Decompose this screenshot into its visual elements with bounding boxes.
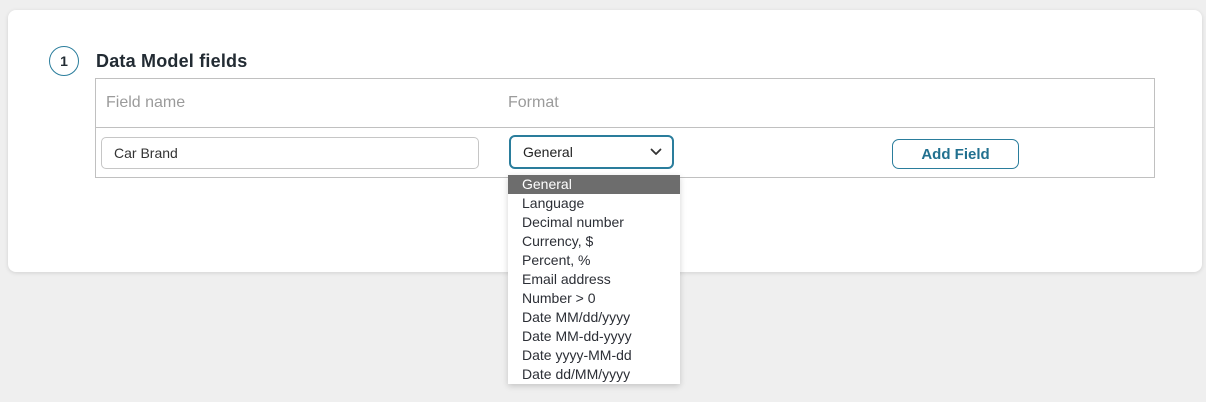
dropdown-option-general[interactable]: General <box>508 175 680 194</box>
step-number: 1 <box>60 53 68 69</box>
chevron-down-icon <box>650 148 662 156</box>
dropdown-option-date-yyyy-mm-dd[interactable]: Date yyyy-MM-dd <box>508 346 680 365</box>
table-row: General Add Field <box>96 128 1154 177</box>
add-field-button[interactable]: Add Field <box>892 139 1019 169</box>
dropdown-option-date-dd-mm-yyyy[interactable]: Date dd/MM/yyyy <box>508 365 680 384</box>
section-title: Data Model fields <box>96 51 247 72</box>
field-name-input[interactable] <box>101 137 479 169</box>
format-dropdown-menu: General Language Decimal number Currency… <box>508 175 680 384</box>
dropdown-option-number-gt-0[interactable]: Number > 0 <box>508 289 680 308</box>
dropdown-option-currency[interactable]: Currency, $ <box>508 232 680 251</box>
dropdown-option-email-address[interactable]: Email address <box>508 270 680 289</box>
fields-table: Field name Format General Add Field <box>95 78 1155 178</box>
format-select-value: General <box>523 144 650 160</box>
step-number-badge: 1 <box>49 46 79 76</box>
dropdown-option-percent[interactable]: Percent, % <box>508 251 680 270</box>
column-header-format: Format <box>508 94 559 112</box>
dropdown-option-date-mm-dash-dd-yyyy[interactable]: Date MM-dd-yyyy <box>508 327 680 346</box>
table-header-row: Field name Format <box>96 79 1154 128</box>
page: { "step": { "number": "1", "title": "Dat… <box>0 0 1206 402</box>
dropdown-option-date-mm-slash-dd-yyyy[interactable]: Date MM/dd/yyyy <box>508 308 680 327</box>
dropdown-option-language[interactable]: Language <box>508 194 680 213</box>
column-header-field-name: Field name <box>106 94 185 112</box>
format-select[interactable]: General <box>509 135 674 169</box>
dropdown-option-decimal-number[interactable]: Decimal number <box>508 213 680 232</box>
step-header: 1 Data Model fields <box>49 46 247 76</box>
